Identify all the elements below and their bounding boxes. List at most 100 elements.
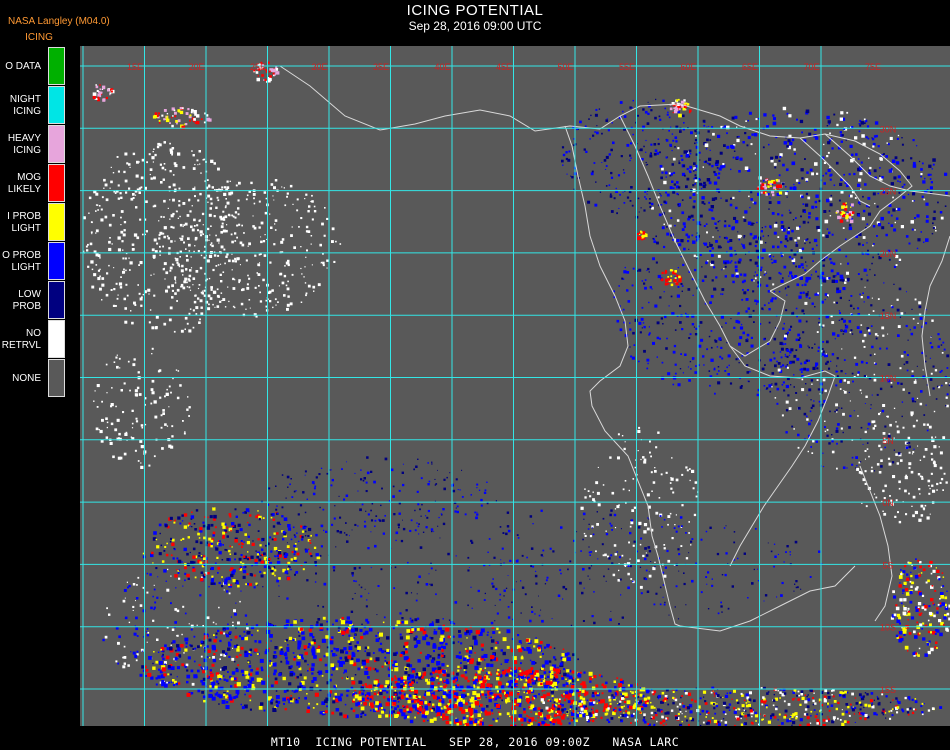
- cloud-pixel: [805, 320, 808, 323]
- cloud-pixel: [189, 308, 192, 310]
- cloud-pixel: [202, 524, 206, 528]
- cloud-pixel: [632, 544, 635, 547]
- cloud-pixel: [213, 254, 217, 257]
- cloud-pixel: [132, 609, 134, 611]
- cloud-pixel: [177, 109, 181, 113]
- cloud-pixel: [163, 118, 166, 121]
- cloud-pixel: [610, 176, 614, 179]
- cloud-pixel: [160, 181, 163, 184]
- cloud-pixel: [864, 450, 867, 452]
- cloud-pixel: [149, 573, 152, 576]
- cloud-pixel: [705, 261, 708, 264]
- cloud-pixel: [166, 681, 168, 684]
- cloud-pixel: [175, 280, 177, 282]
- cloud-pixel: [638, 268, 642, 272]
- cloud-pixel: [804, 269, 807, 272]
- cloud-pixel: [200, 666, 202, 668]
- cloud-pixel: [692, 240, 696, 244]
- cloud-pixel: [171, 284, 174, 288]
- cloud-pixel: [207, 201, 209, 203]
- cloud-pixel: [923, 241, 925, 243]
- cloud-pixel: [404, 642, 408, 646]
- cloud-pixel: [818, 317, 820, 320]
- cloud-pixel: [897, 382, 900, 385]
- cloud-pixel: [803, 367, 806, 371]
- cloud-pixel: [825, 234, 829, 238]
- cloud-pixel: [228, 259, 231, 263]
- cloud-pixel: [803, 210, 806, 213]
- cloud-pixel: [633, 506, 637, 509]
- cloud-pixel: [248, 651, 251, 653]
- cloud-pixel: [786, 366, 789, 369]
- cloud-pixel: [270, 701, 273, 705]
- cloud-pixel: [441, 663, 445, 667]
- cloud-pixel: [595, 550, 597, 553]
- cloud-pixel: [850, 126, 852, 128]
- cloud-pixel: [160, 426, 163, 429]
- cloud-pixel: [365, 659, 370, 663]
- cloud-pixel: [284, 204, 287, 207]
- cloud-pixel: [811, 302, 814, 305]
- cloud-pixel: [177, 682, 181, 685]
- cloud-pixel: [335, 667, 339, 671]
- cloud-pixel: [684, 102, 686, 104]
- cloud-pixel: [174, 257, 177, 259]
- cloud-pixel: [246, 194, 249, 197]
- cloud-pixel: [442, 646, 446, 650]
- cloud-pixel: [280, 660, 283, 663]
- cloud-pixel: [89, 242, 93, 246]
- cloud-pixel: [603, 159, 607, 162]
- cloud-pixel: [146, 591, 149, 594]
- cloud-pixel: [831, 450, 835, 454]
- cloud-pixel: [311, 264, 313, 266]
- cloud-pixel: [308, 205, 311, 208]
- cloud-pixel: [202, 233, 204, 235]
- cloud-pixel: [312, 677, 317, 681]
- cloud-pixel: [923, 181, 926, 184]
- cloud-pixel: [736, 138, 740, 143]
- cloud-pixel: [166, 425, 169, 427]
- cloud-pixel: [797, 446, 800, 449]
- cloud-pixel: [136, 635, 139, 637]
- cloud-pixel: [186, 322, 189, 325]
- cloud-pixel: [161, 114, 164, 117]
- cloud-pixel: [781, 384, 784, 386]
- cloud-pixel: [364, 646, 368, 650]
- cloud-pixel: [874, 121, 879, 125]
- cloud-pixel: [561, 653, 565, 657]
- cloud-pixel: [767, 235, 769, 237]
- cloud-pixel: [440, 630, 444, 635]
- cloud-pixel: [782, 327, 785, 330]
- cloud-pixel: [738, 258, 742, 262]
- cloud-pixel: [158, 143, 162, 147]
- cloud-pixel: [200, 234, 203, 237]
- cloud-pixel: [95, 229, 99, 233]
- cloud-pixel: [289, 302, 293, 306]
- legend-swatch: [48, 47, 65, 85]
- icing-map[interactable]: 15E 20E 25E 30E 35E 40E 45E 50E 55E 60E 65E 70E 75E 3…: [80, 46, 950, 726]
- cloud-pixel: [863, 346, 866, 348]
- cloud-pixel: [339, 656, 343, 660]
- cloud-pixel: [780, 241, 783, 244]
- cloud-pixel: [195, 509, 199, 512]
- cloud-pixel: [445, 642, 448, 646]
- cloud-pixel: [936, 489, 938, 491]
- cloud-pixel: [286, 646, 290, 650]
- cloud-pixel: [238, 223, 241, 226]
- cloud-pixel: [912, 164, 917, 168]
- cloud-pixel: [732, 196, 735, 199]
- cloud-pixel: [905, 324, 908, 328]
- cloud-pixel: [777, 213, 780, 216]
- cloud-pixel: [235, 695, 239, 698]
- cloud-pixel: [223, 186, 227, 189]
- cloud-pixel: [686, 469, 689, 472]
- cloud-pixel: [142, 233, 144, 236]
- cloud-pixel: [480, 628, 485, 633]
- cloud-pixel: [841, 134, 844, 137]
- cloud-pixel: [860, 324, 863, 326]
- cloud-pixel: [249, 648, 253, 652]
- cloud-pixel: [836, 123, 839, 127]
- cloud-pixel: [907, 339, 909, 341]
- cloud-pixel: [344, 656, 348, 660]
- cloud-pixel: [268, 558, 271, 561]
